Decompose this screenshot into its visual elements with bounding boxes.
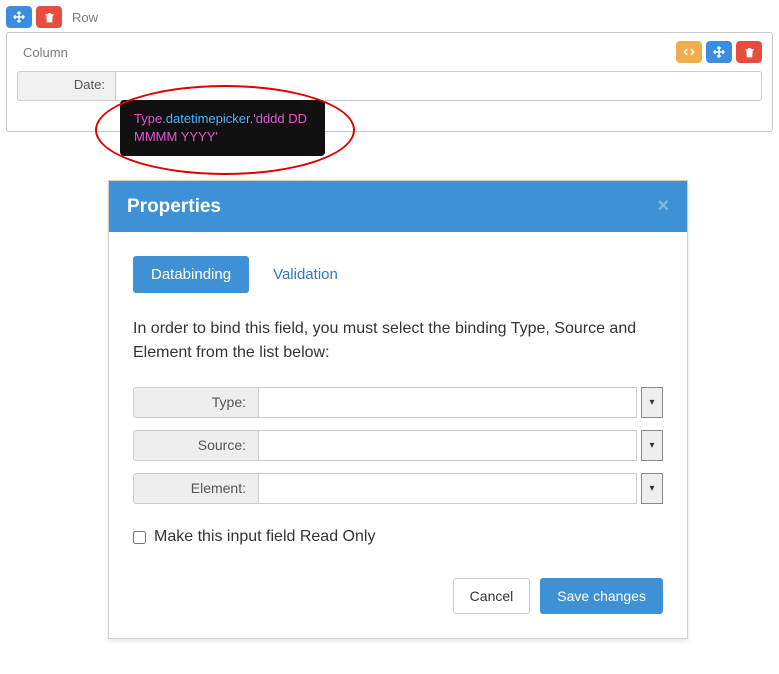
type-label: Type:: [133, 387, 259, 418]
tooltip-type: Type: [134, 111, 162, 126]
readonly-row: Make this input field Read Only: [133, 528, 663, 546]
readonly-label: Make this input field Read Only: [154, 528, 375, 546]
element-label: Element:: [133, 473, 259, 504]
column-actions: [676, 41, 762, 63]
chevron-down-icon[interactable]: ▾: [641, 387, 663, 418]
code-icon[interactable]: [676, 41, 702, 63]
tab-list: Databinding Validation: [133, 256, 663, 293]
source-row: Source: ▾: [133, 430, 663, 461]
element-row: Element: ▾: [133, 473, 663, 504]
date-field: Date:: [17, 71, 762, 101]
move-icon[interactable]: [6, 6, 32, 28]
date-input[interactable]: [115, 71, 762, 101]
move-icon[interactable]: [706, 41, 732, 63]
source-select[interactable]: [259, 430, 637, 461]
modal-footer: Cancel Save changes: [133, 578, 663, 614]
row-label: Row: [72, 10, 98, 25]
close-icon[interactable]: ×: [657, 195, 669, 218]
binding-tooltip: Type.datetimepicker.'dddd DD MMMM YYYY': [120, 100, 325, 156]
properties-modal: Properties × Databinding Validation In o…: [108, 180, 688, 639]
type-row: Type: ▾: [133, 387, 663, 418]
column-label: Column: [23, 45, 68, 60]
chevron-down-icon[interactable]: ▾: [641, 430, 663, 461]
tab-databinding[interactable]: Databinding: [133, 256, 249, 293]
instruction-text: In order to bind this field, you must se…: [133, 317, 663, 365]
type-select[interactable]: [259, 387, 637, 418]
readonly-checkbox[interactable]: [133, 531, 146, 544]
modal-header: Properties ×: [109, 181, 687, 232]
cancel-button[interactable]: Cancel: [453, 578, 531, 614]
modal-title: Properties: [127, 196, 221, 218]
tab-validation[interactable]: Validation: [255, 256, 356, 293]
save-button[interactable]: Save changes: [540, 578, 663, 614]
trash-icon[interactable]: [36, 6, 62, 28]
date-field-label: Date:: [17, 71, 115, 101]
tooltip-path: .datetimepicker.: [162, 111, 253, 126]
trash-icon[interactable]: [736, 41, 762, 63]
row-header: Row: [6, 6, 773, 28]
element-select[interactable]: [259, 473, 637, 504]
source-label: Source:: [133, 430, 259, 461]
chevron-down-icon[interactable]: ▾: [641, 473, 663, 504]
